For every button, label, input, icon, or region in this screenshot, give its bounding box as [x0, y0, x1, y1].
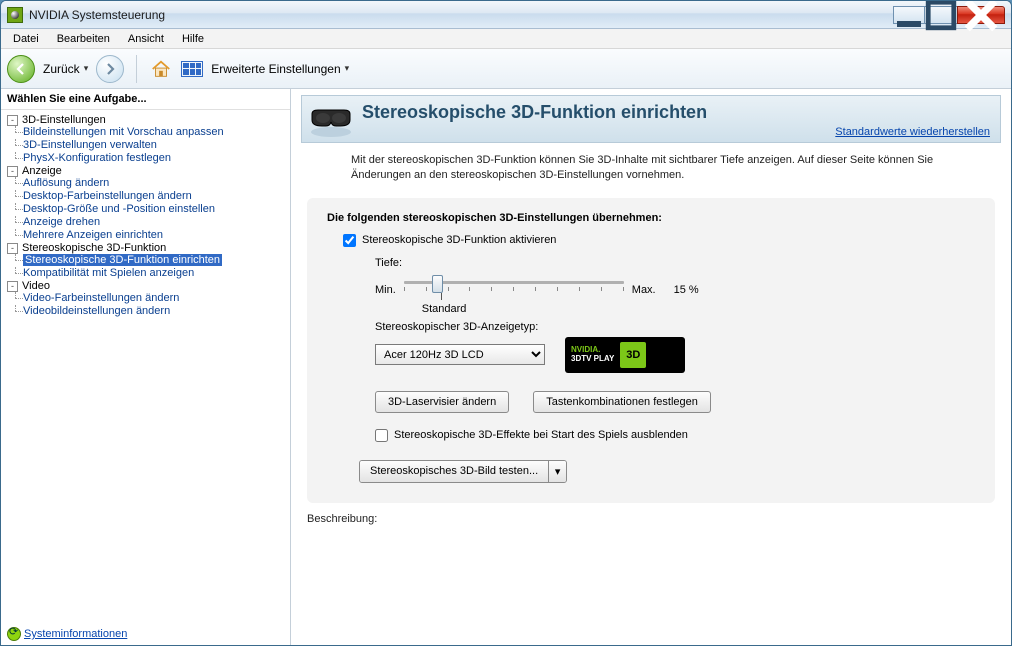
set-shortcuts-button[interactable]: Tastenkombinationen festlegen: [533, 391, 711, 413]
task-sidebar: Wählen Sie eine Aufgabe... -3D-Einstellu…: [1, 89, 291, 646]
description-label: Beschreibung:: [307, 513, 1011, 525]
display-type-select[interactable]: Acer 120Hz 3D LCD: [375, 344, 545, 365]
depth-value: 15 %: [674, 284, 699, 296]
back-label[interactable]: Zurück: [43, 62, 88, 76]
tree-toggle[interactable]: -: [7, 166, 18, 177]
close-button[interactable]: [957, 6, 1005, 24]
tree-toggle[interactable]: -: [7, 115, 18, 126]
home-button[interactable]: [149, 57, 173, 81]
advanced-settings-dropdown[interactable]: Erweiterte Einstellungen: [211, 62, 349, 76]
forward-button[interactable]: [96, 55, 124, 83]
sysinfo-icon: [7, 627, 21, 641]
view-grid-button[interactable]: [181, 61, 203, 77]
restore-defaults-link[interactable]: Standardwerte wiederherstellen: [835, 126, 990, 138]
page-intro: Mit der stereoskopischen 3D-Funktion kön…: [291, 143, 1011, 194]
back-button[interactable]: [7, 55, 35, 83]
sysinfo-link-wrap: Systeminformationen: [7, 627, 127, 641]
page-banner: Stereoskopische 3D-Funktion einrichten S…: [301, 95, 1001, 143]
nvidia-icon: [7, 7, 23, 23]
depth-slider-thumb[interactable]: [432, 275, 443, 293]
menu-view[interactable]: Ansicht: [120, 31, 172, 47]
task-tree: -3D-EinstellungenBildeinstellungen mit V…: [1, 110, 290, 317]
apply-header: Die folgenden stereoskopischen 3D-Einste…: [327, 212, 975, 224]
tree-toggle[interactable]: -: [7, 281, 18, 292]
test-3d-dropdown[interactable]: ▾: [548, 461, 566, 482]
tree-item[interactable]: Video-Farbeinstellungen ändern: [23, 292, 179, 304]
tree-item[interactable]: Videobildeinstellungen ändern: [23, 305, 170, 317]
app-window: NVIDIA Systemsteuerung Datei Bearbeiten …: [0, 0, 1012, 646]
titlebar[interactable]: NVIDIA Systemsteuerung: [1, 1, 1011, 29]
sidebar-header: Wählen Sie eine Aufgabe...: [1, 89, 290, 110]
enable-3d-checkbox[interactable]: [343, 234, 356, 247]
display-type-label: Stereoskopischer 3D-Anzeigetyp:: [375, 321, 975, 333]
tree-category: Stereoskopische 3D-Funktion: [22, 242, 166, 254]
separator: [136, 55, 137, 83]
tree-item[interactable]: Desktop-Farbeinstellungen ändern: [23, 190, 192, 202]
window-title: NVIDIA Systemsteuerung: [29, 8, 893, 22]
tree-item[interactable]: 3D-Einstellungen verwalten: [23, 139, 157, 151]
menu-help[interactable]: Hilfe: [174, 31, 212, 47]
settings-group: Die folgenden stereoskopischen 3D-Einste…: [307, 198, 995, 503]
page-title: Stereoskopische 3D-Funktion einrichten: [362, 102, 992, 123]
hide-effects-checkbox[interactable]: [375, 429, 388, 442]
tree-item[interactable]: Desktop-Größe und -Position einstellen: [23, 203, 215, 215]
change-laser-button[interactable]: 3D-Laservisier ändern: [375, 391, 509, 413]
minimize-button[interactable]: [893, 6, 925, 24]
tree-category: Video: [22, 280, 50, 292]
tree-item[interactable]: Auflösung ändern: [23, 177, 109, 189]
menu-file[interactable]: Datei: [5, 31, 47, 47]
depth-label: Tiefe:: [375, 257, 975, 269]
main-panel[interactable]: Stereoskopische 3D-Funktion einrichten S…: [291, 89, 1011, 646]
menu-edit[interactable]: Bearbeiten: [49, 31, 118, 47]
test-3d-splitbutton[interactable]: Stereoskopisches 3D-Bild testen... ▾: [359, 460, 567, 483]
nvidia-3dtv-badge: NVIDIA. 3DTV PLAY 3D: [565, 337, 685, 373]
tree-item[interactable]: Anzeige drehen: [23, 216, 100, 228]
depth-max-label: Max.: [632, 284, 656, 296]
sysinfo-link[interactable]: Systeminformationen: [24, 628, 127, 640]
toolbar: Zurück Erweiterte Einstellungen: [1, 49, 1011, 89]
depth-min-label: Min.: [375, 284, 396, 296]
tree-item[interactable]: Bildeinstellungen mit Vorschau anpassen: [23, 126, 224, 138]
hide-effects-label: Stereoskopische 3D-Effekte bei Start des…: [394, 429, 688, 441]
tree-category: 3D-Einstellungen: [22, 114, 106, 126]
depth-standard-label: Standard: [422, 303, 467, 315]
tree-toggle[interactable]: -: [7, 243, 18, 254]
tree-item[interactable]: Mehrere Anzeigen einrichten: [23, 229, 163, 241]
tree-item[interactable]: Stereoskopische 3D-Funktion einrichten: [23, 254, 222, 266]
tree-item[interactable]: Kompatibilität mit Spielen anzeigen: [23, 267, 194, 279]
enable-3d-label: Stereoskopische 3D-Funktion aktivieren: [362, 234, 556, 246]
glasses-3d-icon: [308, 98, 354, 140]
depth-slider[interactable]: Standard: [404, 275, 624, 305]
test-3d-button[interactable]: Stereoskopisches 3D-Bild testen...: [360, 461, 548, 482]
tree-item[interactable]: PhysX-Konfiguration festlegen: [23, 152, 171, 164]
tree-category: Anzeige: [22, 165, 62, 177]
maximize-button[interactable]: [925, 6, 957, 24]
menubar: Datei Bearbeiten Ansicht Hilfe: [1, 29, 1011, 49]
